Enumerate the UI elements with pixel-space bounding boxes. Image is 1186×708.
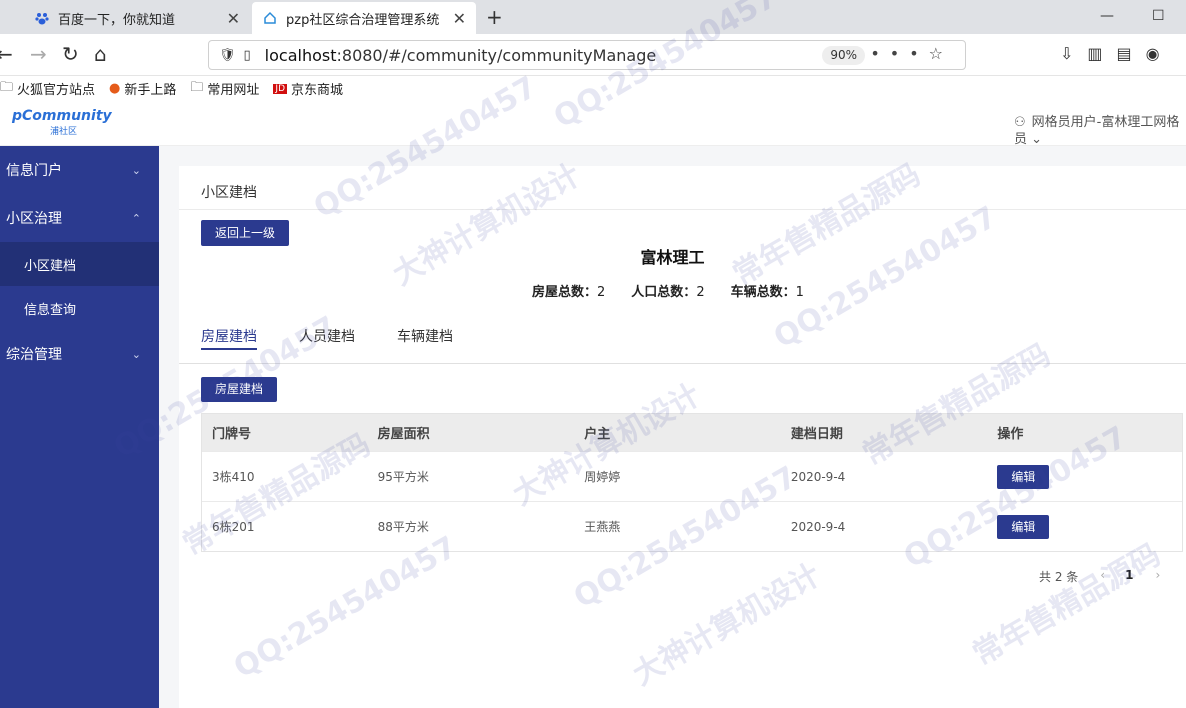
close-icon[interactable]: ✕ [227, 9, 240, 28]
sidebar-item-governance[interactable]: 综治管理 ⌄ [0, 330, 159, 378]
logo-brand: pCommunity [12, 108, 112, 124]
column-header: 门牌号 [212, 427, 252, 442]
user-menu[interactable]: ⚇ 网格员用户-富林理工网格员 ⌄ [1014, 114, 1186, 148]
next-page-icon[interactable]: › [1155, 568, 1160, 585]
tab-vehicle[interactable]: 车辆建档 [397, 326, 453, 350]
column-header: 户主 [584, 427, 611, 442]
folder-icon: 🗀 [0, 79, 14, 95]
bookmark-item[interactable]: 🗀 常用网址 [190, 78, 259, 100]
browser-tab-bar: 百度一下，你就知道 ✕ pzp社区综合治理管理系统 ✕ + — ☐ [0, 0, 1186, 34]
user-icon: ⚇ [1014, 115, 1026, 130]
column-header: 房屋面积 [377, 427, 430, 442]
page-title: 小区建档 [201, 185, 257, 201]
bookmark-item[interactable]: ● 新手上路 [109, 79, 176, 98]
column-header: 操作 [997, 427, 1024, 442]
house-area: 88平方米 [377, 520, 429, 534]
tab-title: pzp社区综合治理管理系统 [286, 12, 440, 28]
app-logo[interactable]: pCommunity 浦社区 [12, 108, 112, 137]
house-area: 95平方米 [377, 470, 429, 484]
reload-icon[interactable]: ↻ [62, 42, 79, 66]
edit-button[interactable]: 编辑 [997, 514, 1050, 539]
door-number: 6栋201 [212, 520, 255, 534]
url-text: localhost:8080/#/community/communityMana… [264, 45, 657, 65]
maximize-icon[interactable]: ☐ [1152, 8, 1165, 24]
owner-name: 王燕燕 [584, 520, 621, 534]
home-icon[interactable]: ⌂ [94, 42, 107, 66]
sidebar-item-portal[interactable]: 信息门户 ⌄ [0, 146, 159, 194]
stat-houses: 房屋总数：2 [532, 285, 606, 300]
forward-icon[interactable]: → [30, 42, 47, 66]
tab-title: 百度一下，你就知道 [58, 12, 176, 28]
stat-vehicles: 车辆总数：1 [730, 285, 804, 300]
table-row: 3栋410 95平方米 周婷婷 2020-9-4 编辑 [202, 451, 1182, 501]
app-header: pCommunity 浦社区 ⚇ 网格员用户-富林理工网格员 ⌄ [0, 102, 1186, 148]
stats-bar: 房屋总数：2 人口总数：2 车辆总数：1 [532, 281, 830, 300]
baidu-icon [34, 10, 50, 26]
sidebar-item-community[interactable]: 小区治理 ⌃ [0, 194, 159, 242]
table-header: 门牌号 房屋面积 户主 建档日期 操作 [202, 414, 1182, 451]
back-icon[interactable]: ← [0, 42, 13, 66]
chevron-down-icon: ⌄ [1031, 132, 1043, 147]
chevron-down-icon: ⌄ [131, 163, 141, 177]
url-bar[interactable]: 🛡 ▯ localhost:8080/#/community/community… [208, 40, 966, 70]
close-icon[interactable]: ✕ [453, 9, 466, 28]
divider [179, 363, 1186, 364]
edit-button[interactable]: 编辑 [997, 464, 1050, 489]
prev-page-icon[interactable]: ‹ [1100, 568, 1105, 585]
browser-nav-bar: ← → ↻ ⌂ 🛡 ▯ localhost:8080/#/community/c… [0, 34, 1186, 76]
bookmark-item[interactable]: 🗀 火狐官方站点 [0, 78, 95, 100]
owner-name: 周婷婷 [584, 470, 621, 484]
tab-house[interactable]: 房屋建档 [201, 326, 257, 350]
browser-tab-baidu[interactable]: 百度一下，你就知道 ✕ [24, 2, 250, 34]
add-house-button[interactable]: 房屋建档 [201, 377, 278, 402]
minimize-icon[interactable]: — [1100, 8, 1114, 24]
sidebar-item-info-query[interactable]: 信息查询 [0, 286, 159, 330]
new-tab-icon[interactable]: + [486, 5, 503, 29]
page-number[interactable]: 1 [1125, 568, 1133, 585]
chevron-down-icon: ⌄ [131, 347, 141, 361]
home-icon [262, 10, 278, 26]
page-icon: ▯ [243, 47, 251, 63]
bookmarks-bar: 🗀 火狐官方站点 ● 新手上路 🗀 常用网址 JD 京东商城 [0, 76, 1186, 101]
pagination: 共 2 条 ‹ 1 › [1039, 568, 1160, 585]
jd-icon: JD [273, 83, 288, 94]
divider [179, 209, 1186, 210]
sidebar: 信息门户 ⌄ 小区治理 ⌃ 小区建档 信息查询 综治管理 ⌄ [0, 146, 159, 708]
stat-population: 人口总数：2 [631, 285, 705, 300]
shield-icon: 🛡 [219, 47, 236, 63]
browser-tab-app[interactable]: pzp社区综合治理管理系统 ✕ [252, 2, 476, 34]
back-button[interactable]: 返回上一级 [201, 220, 290, 246]
column-header: 建档日期 [790, 427, 843, 442]
house-table: 门牌号 房屋面积 户主 建档日期 操作 3栋410 95平方米 周婷婷 2020… [201, 413, 1183, 552]
door-number: 3栋410 [212, 470, 255, 484]
community-name: 富林理工 [640, 248, 705, 267]
logo-subtitle: 浦社区 [50, 127, 78, 137]
sidebar-item-community-archive[interactable]: 小区建档 [0, 242, 159, 286]
archive-date: 2020-9-4 [790, 519, 846, 534]
chevron-up-icon: ⌃ [131, 211, 141, 225]
firefox-icon: ● [109, 81, 121, 96]
page-actions-icon[interactable]: •••☆ [870, 44, 953, 63]
main-area: 小区建档 返回上一级 房屋建档 人员建档 车辆建档 房屋建档 门牌号 房屋面积 … [159, 146, 1186, 708]
folder-icon: 🗀 [190, 79, 204, 95]
bookmark-item[interactable]: JD 京东商城 [273, 79, 343, 98]
toolbar-icons[interactable]: ⇩▥▤◉ [1060, 44, 1174, 63]
archive-date: 2020-9-4 [790, 469, 846, 484]
table-row: 6栋201 88平方米 王燕燕 2020-9-4 编辑 [202, 501, 1182, 551]
archive-tabs: 房屋建档 人员建档 车辆建档 [201, 326, 495, 350]
total-count: 共 2 条 [1039, 570, 1079, 584]
zoom-level[interactable]: 90% [822, 46, 865, 65]
tab-person[interactable]: 人员建档 [299, 326, 355, 350]
